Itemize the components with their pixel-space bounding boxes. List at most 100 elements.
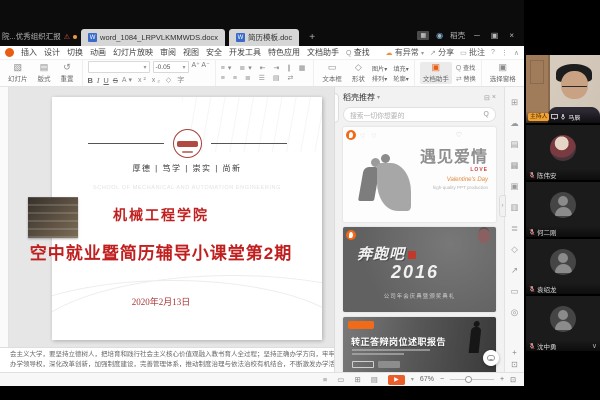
panel-close-icon[interactable]: × bbox=[492, 94, 496, 101]
zoom-slider-knob[interactable] bbox=[465, 376, 472, 383]
sync-status-button[interactable]: ☁ 有异常 ▾ bbox=[386, 47, 424, 58]
menu-animation[interactable]: 动画 bbox=[90, 47, 106, 58]
menu-insert[interactable]: 插入 bbox=[21, 47, 37, 58]
docer-recommend-panel: 稻壳推荐 ▾ ⊟ × 搜索一切你想要的 Q ♡ ♡ ♡ ♡ bbox=[334, 87, 504, 372]
alignment-buttons[interactable]: ≡ ≡ ≣ ☰ ▤ ⇄ bbox=[221, 74, 309, 82]
font-name-combo[interactable]: ▾ bbox=[88, 61, 150, 73]
comment-button[interactable]: ▭ 批注 bbox=[460, 47, 485, 58]
chat-fab-button[interactable] bbox=[483, 350, 499, 366]
help-button[interactable]: ? bbox=[491, 49, 495, 56]
new-tab-button[interactable]: + bbox=[303, 32, 323, 46]
participant-tile[interactable]: 何二刚 bbox=[526, 182, 600, 237]
menu-devtools[interactable]: 开发工具 bbox=[229, 47, 261, 58]
zoom-level[interactable]: 67% bbox=[420, 376, 434, 383]
menu-doc-assistant[interactable]: 文档助手 bbox=[307, 47, 339, 58]
chevron-down-icon: ▾ bbox=[182, 64, 185, 71]
menu-review[interactable]: 审阅 bbox=[160, 47, 176, 58]
panel-collapse-handle[interactable] bbox=[334, 93, 339, 123]
font-effects-buttons[interactable]: A▾ x² x₂ ◇ 字 bbox=[122, 75, 186, 85]
template-card-love[interactable]: ♡ ♡ ♡ ♡ 遇见爱情 LOVE Valentine's Day high-q… bbox=[343, 127, 496, 222]
tab-label: 简历模板.doc bbox=[248, 32, 292, 43]
comment-icon: ▭ bbox=[460, 50, 467, 57]
picture-button[interactable]: 图片▾ bbox=[372, 64, 387, 73]
slide-title-block[interactable]: 机械工程学院 空中就业暨简历辅导小课堂第2期 2020年2月13日 bbox=[8, 205, 314, 308]
participant-tile[interactable]: 沈中勇 ∨ bbox=[526, 296, 600, 351]
tab-resume-template[interactable]: W 简历模板.doc bbox=[229, 29, 299, 46]
italic-button[interactable]: I bbox=[97, 76, 100, 85]
find-icon: Q bbox=[456, 65, 461, 72]
more-button[interactable]: ⋮ bbox=[501, 49, 508, 57]
collapse-list-chevron[interactable]: ∨ bbox=[592, 342, 597, 350]
add-panel-button[interactable]: + bbox=[511, 348, 518, 357]
participant-tile[interactable]: 陈伟安 bbox=[526, 125, 600, 180]
template-script-text: Valentine's Day bbox=[420, 177, 488, 183]
bold-button[interactable]: B bbox=[88, 76, 93, 85]
grow-shrink-font-buttons[interactable]: A⁺ A⁻ bbox=[192, 61, 210, 73]
reset-button[interactable]: ↺ 重置 bbox=[58, 62, 77, 84]
logo-ornament bbox=[52, 129, 322, 158]
menu-security[interactable]: 安全 bbox=[206, 47, 222, 58]
selection-pane-button[interactable]: ▣ 选择窗格 bbox=[487, 62, 519, 84]
participant-label: 袁绍龙 bbox=[526, 283, 600, 294]
college-seal-logo bbox=[173, 129, 202, 158]
fit-screen-button[interactable]: ⊡ bbox=[510, 376, 516, 384]
apps-icon[interactable]: ▦ bbox=[417, 31, 429, 40]
member-label[interactable]: 稻壳 bbox=[450, 30, 465, 41]
menu-slideshow[interactable]: 幻灯片放映 bbox=[113, 47, 153, 58]
right-panel-tabs[interactable]: ⊞ ☁ ▤ ▦ ▣ ▥ ≣ ◇ ↗ ▭ ◎ bbox=[510, 92, 519, 323]
shapes-button[interactable]: ◇ 形状 bbox=[349, 62, 368, 84]
participant-tile[interactable]: 袁绍龙 bbox=[526, 239, 600, 294]
panel-dock-icon[interactable]: ⊟ bbox=[484, 94, 490, 102]
zoom-in-button[interactable]: + bbox=[500, 376, 504, 383]
list-indent-buttons[interactable]: ≡▾ ≣▾ ⇤ ⇥ ∥ ▦ bbox=[221, 64, 309, 72]
textbox-button[interactable]: ▭ 文本框 bbox=[319, 62, 345, 84]
profile-icon[interactable] bbox=[5, 48, 14, 57]
layout-button[interactable]: ▤ 版式 bbox=[35, 62, 54, 84]
speaker-notes-pane[interactable]: 会主义大学，要坚持立德树人，把培育和践行社会主义核心价值观融入教书育人全过程；坚… bbox=[0, 347, 334, 372]
docer-panel-title[interactable]: 稻壳推荐 bbox=[343, 92, 375, 103]
docer-member-icon[interactable]: ◉ bbox=[436, 31, 443, 40]
new-slide-button[interactable]: ▧ 幻灯片 bbox=[5, 62, 31, 84]
replace-button[interactable]: ⇄ 替换 bbox=[456, 74, 476, 83]
slide-canvas[interactable]: 厚德 | 笃学 | 崇实 | 尚新 SCHOOL OF MECHANICAL A… bbox=[0, 87, 334, 347]
template-button-outline[interactable] bbox=[352, 361, 374, 368]
view-mode-buttons[interactable]: ≡ ▭ ⊞ ▤ bbox=[323, 375, 382, 384]
template-button-filled[interactable] bbox=[378, 361, 400, 368]
close-button[interactable]: × bbox=[507, 31, 516, 40]
reset-icon: ↺ bbox=[63, 63, 71, 72]
arrange-button[interactable]: 排列▾ bbox=[372, 74, 387, 83]
outline-button[interactable]: 轮廓▾ bbox=[393, 74, 408, 83]
zoom-out-button[interactable]: − bbox=[440, 376, 444, 383]
slide-date: 2020年2月13日 bbox=[8, 295, 314, 308]
doc-assistant-button[interactable]: ▣ 文档助手 bbox=[420, 62, 452, 84]
template-title: 转正答辩岗位述职报告 bbox=[351, 335, 446, 348]
share-button[interactable]: ↗ 分享 bbox=[430, 47, 454, 58]
menu-special-apps[interactable]: 特色应用 bbox=[268, 47, 300, 58]
underline-button[interactable]: U bbox=[103, 76, 108, 85]
sidebar-expand-arrow[interactable]: › bbox=[499, 195, 506, 217]
minimize-button[interactable]: ─ bbox=[472, 31, 482, 40]
template-card-report[interactable]: 转正答辩岗位述职报告 bbox=[343, 317, 496, 372]
template-card-run2016[interactable]: 奔跑吧 2016 公司年会庆典暨颁奖典礼 bbox=[343, 227, 496, 312]
host-video-tile[interactable]: 主持人 马辰 bbox=[526, 55, 600, 123]
menu-transition[interactable]: 切换 bbox=[67, 47, 83, 58]
docer-search-input[interactable]: 搜索一切你想要的 Q bbox=[343, 107, 496, 122]
fill-button[interactable]: 填充▾ bbox=[393, 64, 408, 73]
menu-view[interactable]: 视图 bbox=[183, 47, 199, 58]
find-button[interactable]: Q 查找 bbox=[456, 63, 476, 72]
shapes-icon: ◇ bbox=[355, 63, 362, 72]
docer-badge-icon bbox=[346, 130, 356, 140]
tab-word-document[interactable]: W word_1084_LRPVLKMMWDS.docx bbox=[81, 29, 225, 46]
document-title: 院...优秀组织汇报 bbox=[2, 31, 61, 42]
strikethrough-button[interactable]: S bbox=[113, 76, 118, 85]
fit-panel-button[interactable]: ⊡ bbox=[511, 360, 518, 369]
search-placeholder: 搜索一切你想要的 bbox=[350, 110, 404, 120]
font-size-combo[interactable]: -0.05 ▾ bbox=[153, 61, 189, 73]
presentation-title-tab[interactable]: 院...优秀组织汇报 ⚠ bbox=[0, 31, 81, 46]
collapse-ribbon-button[interactable]: ∧ bbox=[514, 49, 519, 57]
slideshow-play-button[interactable]: ▶ bbox=[388, 375, 405, 385]
restore-button[interactable]: ▣ bbox=[489, 31, 501, 40]
menu-design[interactable]: 设计 bbox=[44, 47, 60, 58]
menu-find[interactable]: Q 查找 bbox=[346, 47, 370, 58]
zoom-slider[interactable] bbox=[450, 379, 494, 380]
